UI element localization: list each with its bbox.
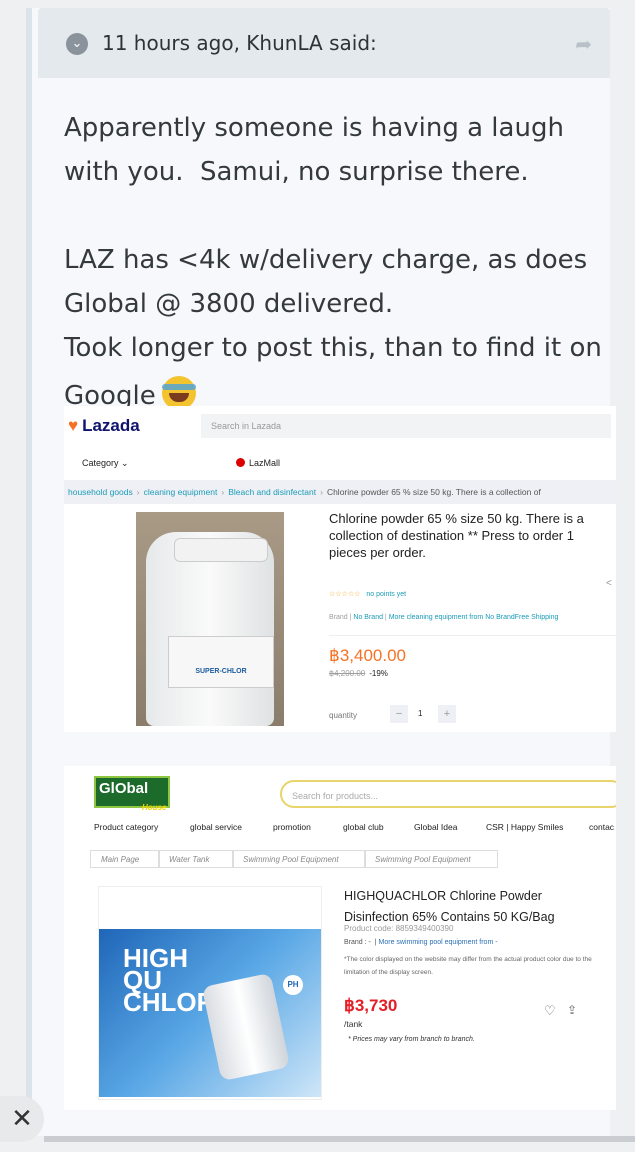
share-icon[interactable]: ➦	[575, 32, 592, 56]
close-button[interactable]: ✕	[0, 1096, 44, 1142]
crumb: Main Page	[90, 850, 160, 868]
globalhouse-logo: GlObal House	[94, 776, 170, 812]
laughing-emoji-icon	[161, 376, 196, 410]
lazada-logo-text: Lazada	[82, 416, 140, 435]
crumb-1: household goods	[68, 487, 133, 497]
barrel-lid	[174, 538, 268, 562]
nav-item: contac	[589, 822, 615, 832]
share-icon: ⇪	[567, 1003, 578, 1017]
quote-header: ⌄ 11 hours ago, KhunLA said: ➦	[38, 8, 610, 78]
globalhouse-brand: Brand : - | More swimming pool equipment…	[344, 939, 498, 946]
lazada-screenshot[interactable]: ♥ Lazada Search in Lazada Category ⌄ LazM…	[64, 406, 616, 732]
discount: -19%	[369, 669, 388, 678]
chevron-right-icon: ›	[320, 487, 323, 497]
brand-label: Brand : -	[344, 939, 371, 946]
brand-more: More cleaning equipment from No BrandFre…	[388, 614, 559, 621]
divider	[329, 635, 616, 636]
logo-sub: House	[142, 803, 167, 812]
globalhouse-product-image: HIGH QU CHLOR PH	[98, 886, 322, 1100]
crumb: Swimming Pool Equipment	[364, 850, 498, 868]
lazada-product-title: Chlorine powder 65 % size 50 kg. There i…	[329, 511, 584, 560]
brand-more: More swimming pool equipment from -	[378, 939, 498, 946]
lazada-breadcrumb: household goods › cleaning equipment › Bleac…	[64, 480, 616, 504]
quote-card: ⌄ 11 hours ago, KhunLA said: ➦ Apparentl…	[26, 8, 616, 1136]
old-price: ฿4,200.00	[329, 669, 366, 678]
brand-value: No Brand	[353, 614, 383, 621]
crumb-current: Chlorine powder 65 % size 50 kg. There i…	[326, 487, 541, 497]
crumb-3: Bleach and disinfectant	[228, 487, 317, 497]
quote-author[interactable]: 11 hours ago, KhunLA said:	[102, 31, 377, 55]
globalhouse-breadcrumb: Main Page Water Tank Swimming Pool Equip…	[90, 850, 616, 868]
bottom-divider	[44, 1136, 635, 1142]
globalhouse-price: ฿3,730	[344, 996, 398, 1015]
lazada-price: ฿3,400.00	[329, 646, 406, 665]
barrel-image: SUPER-CHLOR	[146, 532, 274, 726]
nav-item: promotion	[273, 822, 311, 832]
heart-icon: ♡	[544, 1003, 556, 1018]
chevron-right-icon: ›	[136, 487, 140, 497]
globalhouse-product-title: HIGHQUACHLOR Chlorine Powder Disinfectio…	[344, 889, 555, 924]
lazmall-link: LazMall	[236, 458, 280, 468]
product-poster: HIGH QU CHLOR PH	[99, 929, 321, 1097]
chevron-down-icon[interactable]: ⌄	[66, 33, 88, 55]
barrel-label: SUPER-CHLOR	[168, 636, 274, 688]
lazada-category: Category ⌄	[82, 458, 129, 469]
crumb: Water Tank	[158, 850, 234, 868]
product-code: Product code: 8859349400390	[344, 924, 454, 933]
price-unit: /tank	[344, 1019, 363, 1029]
globalhouse-screenshot[interactable]: GlObal House Search for products... Produ…	[64, 766, 616, 1110]
lazada-old-price: ฿4,200.00 -19%	[329, 669, 388, 678]
quantity-plus-button: +	[438, 705, 456, 723]
poster-brand: HIGH QU CHLOR	[123, 943, 216, 1017]
nav-item: Product category	[94, 822, 159, 832]
quote-body: Apparently someone is having a laugh wit…	[64, 113, 602, 411]
quote-text: Apparently someone is having a laugh wit…	[64, 106, 604, 418]
lazada-search: Search in Lazada	[201, 414, 611, 438]
color-disclaimer: *The color displayed on the website may …	[344, 956, 592, 976]
crumb-2: cleaning equipment	[143, 487, 218, 497]
chevron-down-icon: ⌄	[121, 458, 129, 468]
lazada-brand: Brand | No Brand | More cleaning equipme…	[329, 614, 559, 621]
logo-text: GlObal	[99, 780, 149, 797]
heart-logo-icon: ♥	[68, 416, 79, 435]
ph-badge: PH	[283, 975, 303, 995]
product-photo: SUPER-CHLOR	[136, 512, 284, 726]
globalhouse-search: Search for products...	[280, 780, 616, 808]
share-icon: <	[606, 578, 612, 589]
chevron-right-icon: ›	[221, 487, 225, 497]
nav-item: Global Idea	[414, 822, 458, 832]
rating-stars-icon: ☆☆☆☆☆ no points yet	[329, 591, 407, 598]
quantity-label: quantity	[329, 711, 358, 720]
rating-text: no points yet	[366, 591, 407, 598]
lazada-logo: ♥ Lazada	[68, 416, 140, 436]
brand-label: Brand	[329, 614, 348, 621]
lazmall-icon	[236, 458, 245, 467]
crumb: Swimming Pool Equipment	[232, 850, 366, 868]
nav-item: global club	[343, 822, 384, 832]
chlorine-bucket-image	[201, 972, 291, 1082]
nav-item: CSR | Happy Smiles	[486, 822, 564, 832]
price-fine-print: * Prices may vary from branch to branch.	[348, 1036, 475, 1043]
category-label: Category	[82, 458, 119, 468]
quantity-value: 1	[418, 709, 423, 718]
nav-item: global service	[190, 822, 242, 832]
lazmall-label: LazMall	[249, 458, 281, 468]
quantity-minus-button: −	[390, 705, 408, 723]
